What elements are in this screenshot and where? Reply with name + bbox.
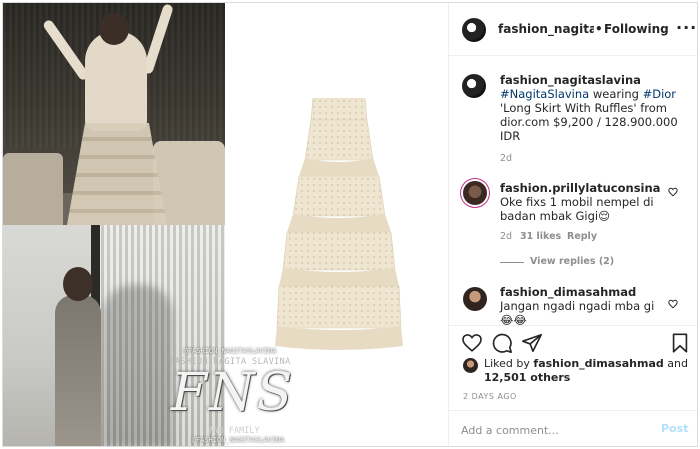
post-comment-button[interactable]: Post xyxy=(661,422,688,435)
watermark-handle: @FASHION_NAGITASLAVINA xyxy=(183,347,277,355)
comment-username[interactable]: fashion.prillylatuconsina xyxy=(500,181,670,195)
ruffled-skirt-illustration xyxy=(275,98,403,350)
comment-item: fashion.prillylatuconsina Oke fixs 1 mob… xyxy=(500,181,670,223)
watermark: @FASHION_NAGITASLAVINA FASHION NAGITA SL… xyxy=(169,343,295,446)
watermark-handle-bottom: @FASHION_NAGITASLAVINA xyxy=(191,436,285,444)
add-comment-bar: Post xyxy=(449,410,697,446)
caption: fashion_nagitaslavina #NagitaSlavina wea… xyxy=(500,73,690,143)
caption-text-rest: 'Long Skirt With Ruffles' from dior.com … xyxy=(500,101,678,143)
caption-avatar[interactable] xyxy=(462,74,486,98)
reply-button[interactable]: Reply xyxy=(567,231,597,242)
likes-prefix: Liked by xyxy=(484,357,534,370)
post-side-panel: fashion_nagitasl • Following ··· fashion… xyxy=(448,3,697,446)
comment-avatar[interactable] xyxy=(463,287,487,311)
liker-username[interactable]: fashion_dimasahmad xyxy=(533,357,663,370)
header-separator: • xyxy=(595,22,603,36)
comment-time[interactable]: 2d xyxy=(500,231,512,242)
caption-username[interactable]: fashion_nagitaslavina xyxy=(500,73,641,87)
product-skirt-image xyxy=(275,98,403,350)
hashtag-person[interactable]: #NagitaSlavina xyxy=(500,87,589,101)
comment-bubble-icon[interactable] xyxy=(491,332,513,354)
more-options-icon[interactable]: ··· xyxy=(676,18,697,37)
replies-divider xyxy=(500,262,524,263)
watermark-logo: FNS xyxy=(171,363,295,423)
comment-avatar[interactable] xyxy=(463,181,487,205)
view-replies-button[interactable]: View replies (2) xyxy=(530,256,614,267)
post-timestamp[interactable]: 2 DAYS AGO xyxy=(463,392,517,401)
post-media[interactable]: @FASHION_NAGITASLAVINA FASHION NAGITA SL… xyxy=(3,3,448,446)
following-button[interactable]: Following xyxy=(604,22,669,36)
post-actions: Liked by fashion_dimasahmad and 12,501 o… xyxy=(449,325,697,446)
likes-summary: Liked by fashion_dimasahmad and 12,501 o… xyxy=(484,357,696,385)
comment-text: Jangan ngadi ngadi mba gi 😂😂 xyxy=(500,299,655,325)
comments-section[interactable]: fashion_nagitaslavina #NagitaSlavina wea… xyxy=(449,57,697,325)
like-comment-heart-icon[interactable] xyxy=(668,187,678,197)
photo-dancing xyxy=(3,3,225,225)
comment-input[interactable] xyxy=(461,422,651,438)
caption-time[interactable]: 2d xyxy=(500,153,512,164)
liker-avatar[interactable] xyxy=(463,358,478,373)
avatar[interactable] xyxy=(462,18,486,42)
comment-item: fashion_dimasahmad Jangan ngadi ngadi mb… xyxy=(500,285,670,325)
post-header: fashion_nagitasl • Following ··· xyxy=(449,3,697,56)
comment-likes[interactable]: 31 likes xyxy=(520,231,561,242)
like-heart-icon[interactable] xyxy=(461,332,483,354)
caption-text: wearing xyxy=(589,87,643,101)
hashtag-brand[interactable]: #Dior xyxy=(643,87,676,101)
likes-count[interactable]: 12,501 others xyxy=(484,371,570,384)
share-paper-plane-icon[interactable] xyxy=(521,332,543,354)
comment-username[interactable]: fashion_dimasahmad xyxy=(500,285,670,299)
like-comment-heart-icon[interactable] xyxy=(668,299,678,309)
save-bookmark-icon[interactable] xyxy=(669,332,691,354)
header-username[interactable]: fashion_nagitasl xyxy=(498,22,594,36)
comment-text: Oke fixs 1 mobil nempel di badan mbak Gi… xyxy=(500,195,654,223)
instagram-post: @FASHION_NAGITASLAVINA FASHION NAGITA SL… xyxy=(2,2,698,447)
likes-middle: and xyxy=(663,357,688,370)
watermark-family: AND FAMILY xyxy=(208,426,260,436)
